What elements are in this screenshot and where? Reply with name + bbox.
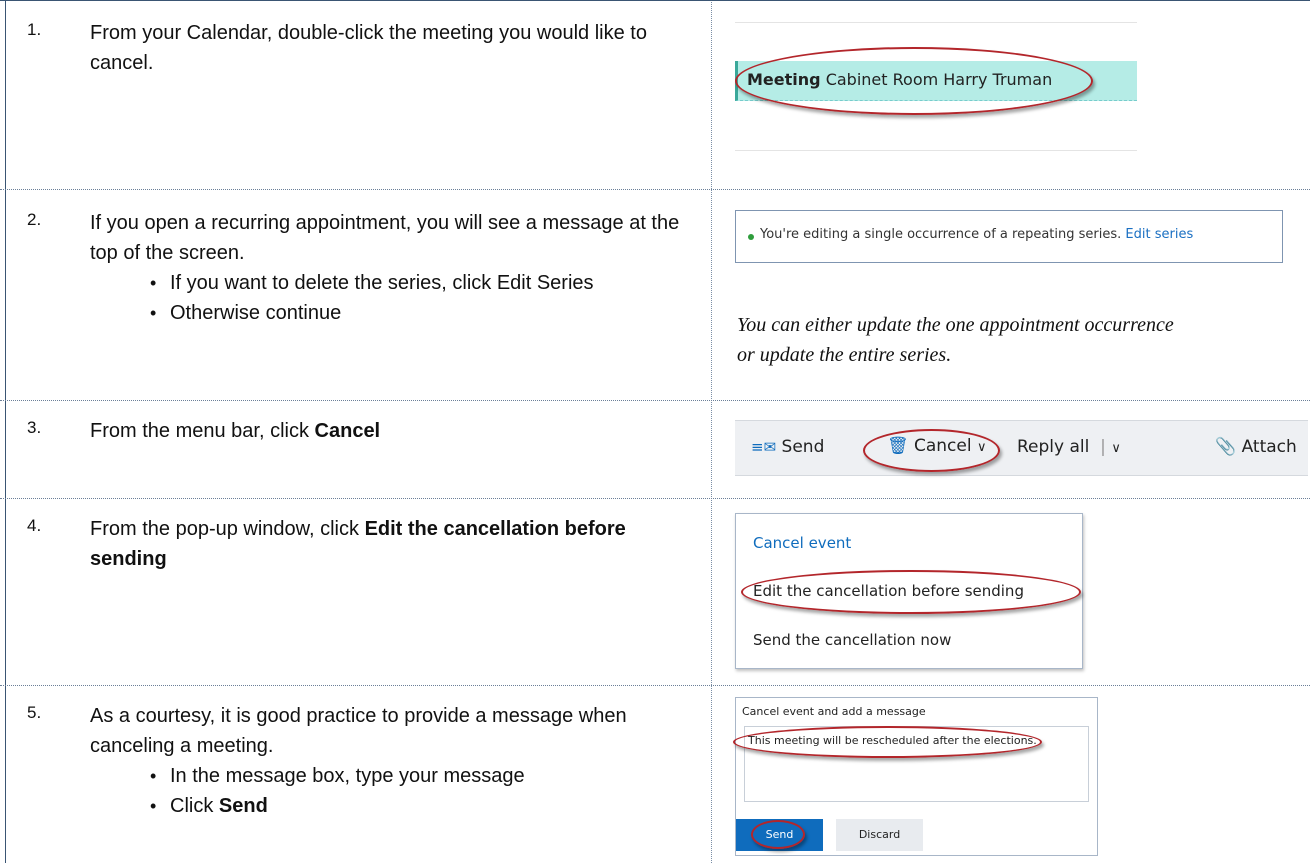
message-textbox[interactable]: This meeting will be rescheduled after t… (744, 726, 1089, 802)
table-border-left (5, 0, 6, 863)
cancel-button[interactable]: 🗑 Cancel ∨ (887, 436, 987, 456)
step-text: If you open a recurring appointment, you… (90, 212, 680, 264)
row-divider (0, 400, 1310, 401)
meeting-label: Meeting Cabinet Room Harry Truman (747, 70, 1052, 89)
bullet-prefix: Click (170, 795, 219, 817)
popup-title: Cancel event (753, 534, 852, 552)
bullet-list: In the message box, type your message Cl… (90, 761, 690, 821)
separator: | (1094, 437, 1106, 457)
paperclip-icon: 📎 (1215, 437, 1237, 457)
message-dialog: Cancel event and add a message This meet… (733, 697, 1098, 856)
attach-label: Attach (1241, 437, 1297, 457)
step-text: From the pop-up window, click Edit the c… (90, 514, 690, 574)
step-number: 5. (27, 703, 42, 722)
status-dot-icon (748, 234, 754, 240)
meeting-type: Meeting (747, 70, 821, 89)
meeting-location: Cabinet Room Harry Truman (825, 70, 1053, 89)
message-text: This meeting will be rescheduled after t… (748, 734, 1037, 747)
attach-button[interactable]: 📎 Attach (1215, 437, 1297, 457)
banner-message: You're editing a single occurrence of a … (760, 227, 1193, 242)
send-icon: ≡✉ (751, 438, 777, 456)
row-divider (0, 0, 1310, 1)
step-text: From the menu bar, click Cancel (90, 416, 690, 446)
calendar-screenshot: Meeting Cabinet Room Harry Truman (735, 18, 1137, 168)
toolbar-screenshot: ≡✉ Send 🗑 Cancel ∨ Reply all | ∨ 📎 Attac… (735, 420, 1308, 476)
row-divider (0, 189, 1310, 190)
bullet-item: Click Send (150, 791, 690, 821)
chevron-down-icon[interactable]: ∨ (1111, 441, 1121, 456)
edit-cancellation-option[interactable]: Edit the cancellation before sending (753, 582, 1024, 600)
step-text: As a courtesy, it is good practice to pr… (90, 705, 627, 757)
recurring-banner: You're editing a single occurrence of a … (735, 210, 1283, 263)
send-label: Send (781, 437, 825, 457)
chevron-down-icon[interactable]: ∨ (977, 440, 987, 455)
trash-icon: 🗑 (887, 436, 909, 456)
row-divider (0, 685, 1310, 686)
step-number: 4. (27, 516, 42, 535)
discard-button[interactable]: Discard (836, 819, 923, 851)
bullet-item: In the message box, type your message (150, 761, 690, 791)
bullet-item: Otherwise continue (150, 298, 680, 328)
step-text-block: If you open a recurring appointment, you… (90, 208, 700, 328)
step-number: 1. (27, 20, 42, 39)
reply-all-label: Reply all (1017, 437, 1090, 457)
send-cancellation-now-option[interactable]: Send the cancellation now (753, 631, 951, 649)
step-text-prefix: From the pop-up window, click (90, 518, 365, 540)
meeting-block[interactable]: Meeting Cabinet Room Harry Truman (735, 61, 1137, 101)
bullet-list: If you want to delete the series, click … (90, 268, 680, 328)
step-text: From your Calendar, double-click the mee… (90, 22, 647, 74)
reply-all-button[interactable]: Reply all | ∨ (1017, 437, 1121, 457)
banner-text: You're editing a single occurrence of a … (760, 227, 1122, 242)
calendar-gridline (735, 150, 1137, 151)
calendar-gridline (735, 22, 1137, 23)
step-text-prefix: From the menu bar, click (90, 420, 315, 442)
dialog-title: Cancel event and add a message (742, 705, 926, 718)
table-column-divider (711, 0, 712, 863)
cancel-label: Cancel (914, 436, 972, 456)
send-button[interactable]: Send (736, 819, 823, 851)
bullet-item: If you want to delete the series, click … (150, 268, 680, 298)
cancel-popup: Cancel event Edit the cancellation befor… (735, 513, 1083, 669)
bullet-bold: Send (218, 795, 268, 817)
step-text-block: As a courtesy, it is good practice to pr… (90, 701, 690, 821)
step-text-bold: Cancel (314, 420, 381, 442)
row-divider (0, 498, 1310, 499)
edit-series-link[interactable]: Edit series (1125, 227, 1193, 242)
send-button[interactable]: ≡✉ Send (751, 437, 824, 457)
note-text: You can either update the one appointmen… (737, 314, 1174, 366)
step-number: 2. (27, 210, 42, 229)
step-number: 3. (27, 418, 42, 437)
